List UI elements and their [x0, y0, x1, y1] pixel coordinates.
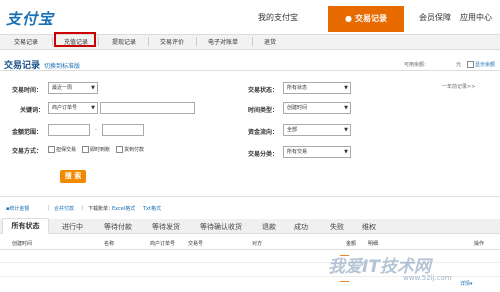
divider — [0, 196, 500, 197]
tab-awaiting-receipt[interactable]: 等待确认收货 — [200, 222, 242, 232]
divider — [98, 37, 99, 46]
method-label: 交易方式： — [12, 148, 43, 155]
trade-time-value: 最近一周 — [52, 85, 73, 91]
txt-link[interactable]: Txt格式 — [143, 205, 161, 212]
keyword-type-select[interactable]: 商户订单号 ▼ — [48, 102, 98, 114]
alipay-logo[interactable]: 支付宝 — [6, 8, 54, 29]
flow-label: 资金流向： — [248, 129, 279, 136]
divider — [252, 37, 253, 46]
divider — [196, 37, 197, 46]
subnav-statement[interactable]: 电子对账单 — [208, 37, 238, 46]
tab-all-status[interactable]: 所有状态 — [2, 218, 49, 234]
status-label: 交易状态： — [248, 87, 279, 94]
chevron-down-icon: ▼ — [344, 149, 348, 155]
divider — [148, 37, 149, 46]
nav-protection[interactable]: 会员保障 — [419, 12, 451, 23]
nav-transactions[interactable]: ● 交易记录 — [328, 6, 404, 32]
balance-label: 可用余额： — [404, 62, 430, 68]
category-label: 交易分类： — [248, 151, 279, 158]
download-label: 下载账单： — [88, 206, 114, 212]
flow-select[interactable]: 全部 ▼ — [283, 124, 351, 136]
chevron-down-icon: ▼ — [91, 85, 95, 91]
year-ago-link[interactable]: 一年前记录>> — [442, 83, 475, 90]
flow-value: 全部 — [287, 127, 298, 133]
separator: | — [82, 205, 84, 211]
method-cod-checkbox[interactable]: 货到付款 — [116, 146, 144, 153]
balance-unit: 元 — [456, 62, 462, 68]
category-value: 所有交易 — [287, 149, 308, 155]
time-type-label: 时间类型： — [248, 107, 279, 114]
divider — [0, 249, 500, 250]
amount-range-label: 金额范围： — [12, 129, 43, 136]
nav-apps[interactable]: 应用中心 — [460, 12, 492, 23]
method-instant-label: 即时到账 — [90, 147, 111, 153]
chevron-down-icon: ▼ — [344, 85, 348, 91]
checkbox-icon — [48, 146, 55, 153]
col-action: 操作 — [474, 241, 485, 247]
method-instant-checkbox[interactable]: 即时到账 — [82, 146, 110, 153]
dot-icon: ● — [345, 14, 352, 23]
tab-in-progress[interactable]: 进行中 — [62, 222, 83, 232]
method-cod-label: 货到付款 — [124, 147, 145, 153]
chevron-down-icon: ▾ — [470, 281, 473, 287]
tab-awaiting-shipment[interactable]: 等待发货 — [152, 222, 180, 232]
time-type-value: 创建时间 — [287, 105, 308, 111]
divider — [52, 37, 53, 46]
stats-link[interactable]: ▪统计金额 — [6, 205, 29, 212]
tab-awaiting-payment[interactable]: 等待付款 — [104, 222, 132, 232]
keyword-input[interactable] — [100, 102, 195, 114]
col-merchant-order: 商户订单号 — [150, 241, 176, 247]
subnav-transactions[interactable]: 交易记录 — [14, 37, 38, 46]
excel-link[interactable]: Excel格式 — [112, 205, 135, 212]
checkbox-icon — [116, 146, 123, 153]
subnav-reviews[interactable]: 交易评价 — [160, 37, 184, 46]
time-type-select[interactable]: 创建时间 ▼ — [283, 102, 351, 114]
switch-version-link[interactable]: 切换到标准版 — [44, 61, 80, 70]
col-counterparty: 对方 — [252, 241, 263, 247]
stats-label: 统计金额 — [9, 206, 30, 212]
tab-refund[interactable]: 退款 — [262, 222, 276, 232]
subnav-withdraw[interactable]: 提现记录 — [112, 37, 136, 46]
watermark-url: www.52ij.com — [403, 274, 452, 282]
chevron-down-icon: ▼ — [344, 105, 348, 111]
checkbox-icon — [467, 61, 474, 68]
col-created-time: 创建时间 — [12, 241, 33, 247]
trade-time-label: 交易时间： — [12, 87, 43, 94]
col-amount: 金额 — [346, 241, 357, 247]
amount-min-input[interactable] — [48, 124, 90, 136]
search-button[interactable]: 搜 索 — [60, 170, 86, 183]
checkbox-icon — [82, 146, 89, 153]
show-balance-toggle[interactable]: 显示余额 — [467, 61, 495, 68]
amount-separator: - — [95, 127, 97, 133]
tab-failed[interactable]: 失败 — [330, 222, 344, 232]
col-detail: 明细 — [368, 241, 379, 247]
detail-link-label: 详情 — [460, 281, 471, 287]
trade-time-select[interactable]: 最近一周 ▼ — [48, 82, 98, 94]
subnav-returns[interactable]: 退货 — [264, 37, 276, 46]
col-trade-no: 交易号 — [188, 241, 204, 247]
nav-my-alipay[interactable]: 我的支付宝 — [258, 12, 298, 23]
chevron-down-icon: ▼ — [344, 127, 348, 133]
method-escrow-label: 担保交易 — [56, 147, 77, 153]
method-escrow-checkbox[interactable]: 担保交易 — [48, 146, 76, 153]
col-name: 名称 — [104, 241, 115, 247]
merge-pay-link[interactable]: 合并付款 — [54, 205, 74, 212]
tab-dispute[interactable]: 维权 — [362, 222, 376, 232]
separator: | — [48, 205, 50, 211]
show-balance-label: 显示余额 — [475, 62, 496, 68]
keyword-type-value: 商户订单号 — [52, 105, 78, 111]
divider — [0, 70, 500, 71]
chevron-down-icon: ▼ — [91, 105, 95, 111]
nav-transactions-label: 交易记录 — [354, 14, 387, 23]
highlight-box — [54, 32, 96, 47]
amount-value: ━━━ — [340, 279, 350, 285]
amount-max-input[interactable] — [102, 124, 144, 136]
status-select[interactable]: 所有状态 ▼ — [283, 82, 351, 94]
keyword-label: 关键词： — [20, 107, 45, 114]
status-value: 所有状态 — [287, 85, 308, 91]
tab-success[interactable]: 成功 — [294, 222, 308, 232]
detail-link[interactable]: 详情▾ — [460, 280, 473, 287]
category-select[interactable]: 所有交易 ▼ — [283, 146, 351, 158]
